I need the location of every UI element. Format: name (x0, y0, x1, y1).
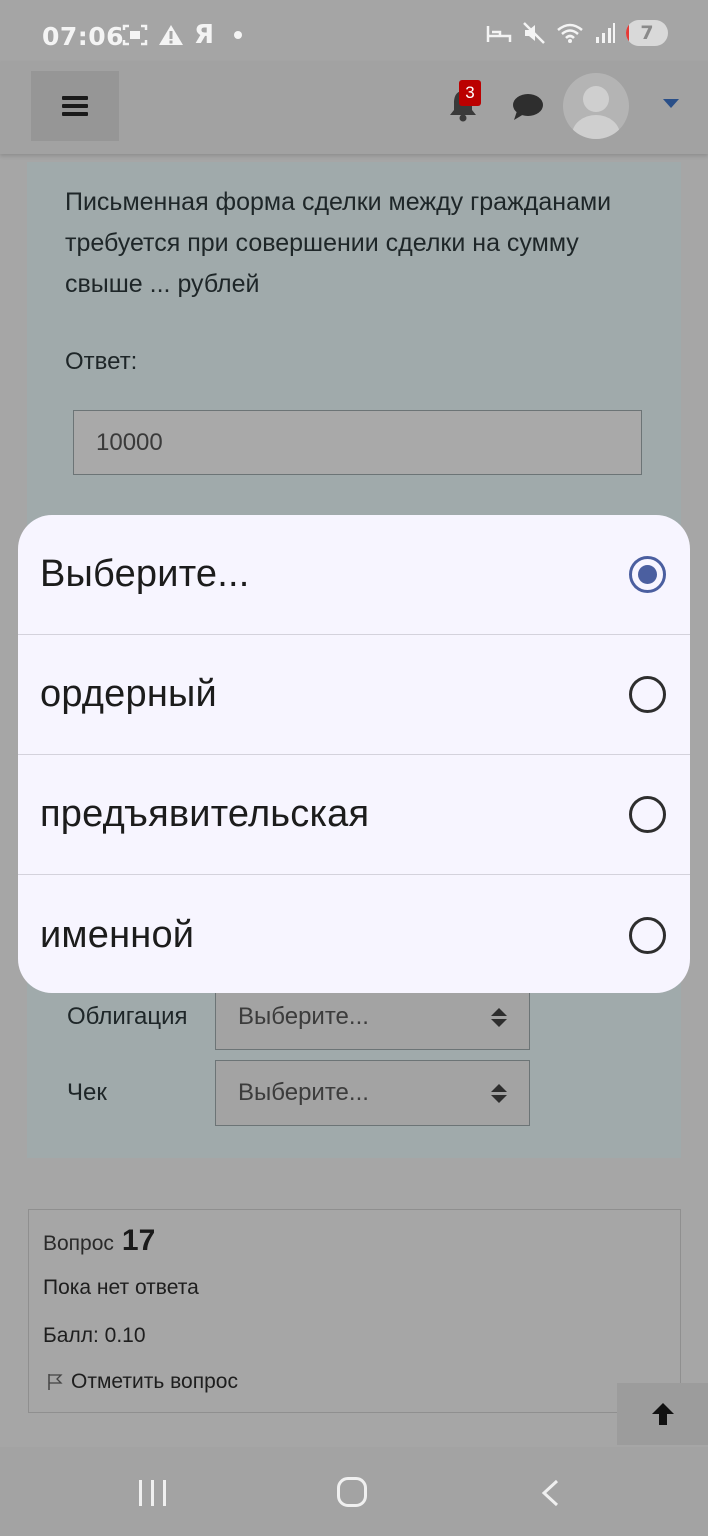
question-prefix: Вопрос (43, 1232, 114, 1255)
flag-icon (48, 1374, 63, 1390)
hamburger-icon (62, 96, 88, 116)
question-number-value: 17 (121, 1224, 156, 1257)
user-menu-caret-icon[interactable] (663, 99, 679, 108)
menu-button[interactable] (31, 71, 119, 141)
wifi-icon (557, 23, 583, 43)
answer-label: Ответ: (65, 348, 138, 375)
yandex-icon: Я (194, 20, 215, 50)
match-select-value: Выберите... (238, 1079, 369, 1106)
option-item[interactable]: предъявительская (18, 755, 690, 875)
status-time: 07:06 (42, 22, 125, 51)
radio-checked-icon[interactable] (629, 556, 666, 593)
home-icon[interactable] (337, 1477, 367, 1507)
top-navbar: 3 (0, 62, 708, 154)
option-label: предъявительская (40, 793, 370, 835)
option-item[interactable]: Выберите... (18, 515, 690, 635)
question-number: Вопрос 17 (43, 1224, 155, 1258)
radio-unchecked-icon[interactable] (629, 676, 666, 713)
answer-input[interactable]: 10000 (73, 410, 642, 475)
recent-apps-icon[interactable] (139, 1480, 166, 1506)
system-navigation-bar (0, 1447, 708, 1536)
match-label: Чек (67, 1079, 107, 1106)
mute-icon (523, 22, 545, 44)
flag-question-label: Отметить вопрос (71, 1370, 238, 1393)
option-label: именной (40, 913, 195, 956)
match-row: Чек Выберите... (67, 1060, 530, 1126)
chat-icon[interactable] (512, 92, 544, 122)
radio-unchecked-icon[interactable] (629, 796, 666, 833)
screenshot-icon (122, 24, 148, 46)
match-select[interactable]: Выберите... (215, 984, 530, 1050)
question-state: Пока нет ответа (43, 1276, 199, 1299)
match-select-value: Выберите... (238, 1003, 369, 1030)
warning-icon (159, 25, 183, 45)
status-bar: 07:06 Я 7 (0, 0, 708, 62)
option-label: Выберите... (40, 553, 250, 595)
back-to-top-button[interactable] (617, 1383, 708, 1445)
option-label: ордерный (40, 673, 217, 715)
battery-icon: 7 (626, 20, 668, 46)
radio-unchecked-icon[interactable] (629, 916, 666, 954)
question-info-block: Вопрос 17 Пока нет ответа Балл: 0.10 Отм… (28, 1209, 681, 1413)
arrow-up-icon (651, 1403, 674, 1425)
match-select[interactable]: Выберите... (215, 1060, 530, 1126)
select-arrows-icon (491, 1007, 507, 1027)
status-icons-right: 7 (486, 20, 668, 46)
status-icons-left: Я (122, 20, 243, 50)
flag-question-link[interactable]: Отметить вопрос (47, 1370, 238, 1394)
user-icon (572, 86, 620, 139)
battery-level: 7 (640, 22, 654, 44)
signal-icon (596, 23, 615, 43)
match-label: Облигация (67, 1003, 188, 1030)
select-options-dialog: Выберите... ордерный предъявительская им… (18, 515, 690, 993)
question-score: Балл: 0.10 (43, 1324, 146, 1347)
option-item[interactable]: именной (18, 875, 690, 993)
sleep-mode-icon (486, 26, 512, 42)
back-icon[interactable] (540, 1479, 560, 1507)
battery-fill (626, 20, 629, 46)
notification-dot-icon (234, 31, 243, 39)
option-item[interactable]: ордерный (18, 635, 690, 755)
notification-badge: 3 (459, 80, 481, 106)
match-row: Облигация Выберите... (67, 984, 530, 1050)
question-text: Письменная форма сделки между гражданами… (65, 188, 612, 298)
user-avatar[interactable] (563, 73, 629, 139)
select-arrows-icon (491, 1083, 507, 1103)
